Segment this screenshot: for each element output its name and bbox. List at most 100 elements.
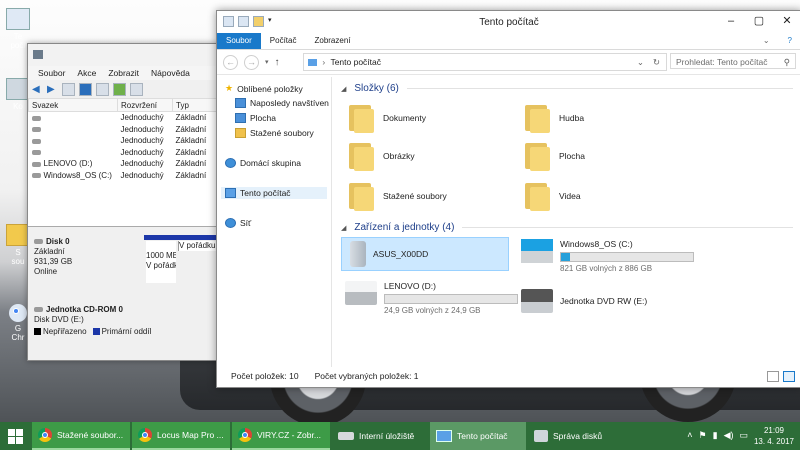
collapse-icon[interactable]: ◢: [341, 224, 346, 232]
folders-section-header[interactable]: ◢ Složky (6): [341, 83, 793, 94]
nav-homegroup[interactable]: Domácí skupina: [225, 158, 301, 168]
legend: Nepřiřazeno Primární oddíl: [34, 327, 151, 336]
network-icon[interactable]: ▮: [713, 430, 718, 441]
window-title: Tento počítač: [479, 17, 539, 28]
folder-desktop[interactable]: Plocha: [525, 141, 585, 171]
back-arrow-icon[interactable]: ◀: [32, 84, 43, 95]
chrome-icon: [238, 428, 252, 442]
chevron-up-icon[interactable]: ˄: [687, 430, 692, 441]
breadcrumb-chevron-icon[interactable]: ›: [322, 57, 325, 67]
search-input[interactable]: Prohledat: Tento počítač ⚲: [670, 53, 796, 69]
taskbar-item-disk-management[interactable]: Správa disků: [528, 422, 624, 450]
system-tray: ˄ ⚑ ▮ ◀) ▭: [687, 430, 748, 441]
check-icon[interactable]: [130, 82, 143, 96]
hard-drive-icon: [345, 281, 377, 305]
device-phone[interactable]: ASUS_X00DD: [341, 237, 509, 271]
column-header-type[interactable]: Typ: [172, 99, 218, 112]
disk-management-window[interactable]: Soubor Akce Zobrazit Nápověda ◀ ▶ Svazek…: [27, 43, 219, 361]
properties-icon[interactable]: [62, 82, 75, 96]
address-bar[interactable]: › Tento počítač ⌄ ↻: [303, 53, 667, 71]
desktop-folder-icon: [525, 141, 551, 171]
window-titlebar[interactable]: [28, 44, 218, 66]
clock-time: 21:09: [763, 426, 784, 435]
table-row[interactable]: Jednoduchý Základní: [29, 147, 218, 159]
table-row[interactable]: Jednoduchý Základní: [29, 135, 218, 147]
legend-unallocated: Nepřiřazeno: [34, 327, 87, 336]
explorer-window[interactable]: ▾ Tento počítač – ▢ ✕ Soubor Počítač Zob…: [216, 10, 800, 388]
nav-desktop[interactable]: Plocha: [235, 113, 276, 123]
view-icon[interactable]: [96, 82, 109, 96]
computer-icon: [436, 430, 452, 442]
table-row[interactable]: LENOVO (D:) Jednoduchý Základní: [29, 158, 218, 170]
windows-start-icon[interactable]: [0, 422, 30, 450]
chevron-down-icon[interactable]: ⌄: [637, 54, 644, 70]
taskbar-item-internal-storage[interactable]: Interní úložiště: [332, 422, 428, 450]
large-icons-view-icon[interactable]: [783, 371, 795, 382]
forward-arrow-icon[interactable]: ▶: [47, 84, 58, 95]
tab-file[interactable]: Soubor: [217, 33, 261, 49]
navigation-pane: ★ Oblíbené položky Naposledy navštíven Pl…: [217, 77, 332, 367]
breadcrumb[interactable]: Tento počítač: [330, 57, 381, 67]
up-icon[interactable]: ↑: [275, 57, 280, 68]
taskbar-item-this-pc[interactable]: Tento počítač: [430, 422, 526, 450]
help-icon[interactable]: [79, 82, 92, 96]
homegroup-icon: [225, 158, 236, 168]
close-icon[interactable]: ✕: [773, 11, 800, 31]
nav-favorites[interactable]: ★ Oblíbené položky: [225, 83, 303, 94]
nav-downloads[interactable]: Stažené soubory: [235, 128, 314, 138]
folder-music[interactable]: Hudba: [525, 103, 584, 133]
taskbar-item-chrome-downloads[interactable]: Stažené soubor...: [32, 422, 130, 450]
device-drive-d[interactable]: LENOVO (D:) 24,9 GB volných z 24,9 GB: [345, 281, 518, 315]
refresh-icon[interactable]: ↻: [653, 54, 660, 70]
table-row[interactable]: Jednoduchý Základní: [29, 112, 218, 124]
forward-icon[interactable]: →: [244, 54, 259, 70]
desktop-icon-label: Ssou: [11, 248, 25, 266]
folder-pictures[interactable]: Obrázky: [349, 141, 415, 171]
tab-computer[interactable]: Počítač: [261, 33, 306, 49]
nav-recent[interactable]: Naposledy navštíven: [235, 98, 329, 108]
collapse-icon[interactable]: ◢: [341, 85, 346, 93]
menu-help[interactable]: Nápověda: [151, 68, 190, 78]
back-icon[interactable]: ←: [223, 54, 238, 70]
minimize-icon[interactable]: –: [717, 11, 745, 31]
clock[interactable]: 21:09 13. 4. 2017: [754, 425, 794, 447]
volume-icon[interactable]: ◀): [724, 430, 734, 441]
devices-section-header[interactable]: ◢ Zařízení a jednotky (4): [341, 222, 793, 233]
folder-downloads[interactable]: Stažené soubory: [349, 181, 447, 211]
nav-this-pc[interactable]: Tento počítač: [221, 187, 327, 199]
menu-action[interactable]: Akce: [77, 68, 96, 78]
taskbar-item-chrome-viry[interactable]: VIRY.CZ - Zobr...: [232, 422, 330, 450]
volume-layout: Jednoduchý: [120, 147, 164, 157]
device-dvd-drive[interactable]: Jednotka DVD RW (E:): [521, 289, 647, 313]
partition-2[interactable]: V pořádku: [178, 241, 218, 251]
tab-view[interactable]: Zobrazení: [305, 33, 359, 49]
help-icon[interactable]: ?: [779, 33, 800, 49]
recent-locations-icon[interactable]: ▾: [265, 58, 269, 66]
device-drive-c[interactable]: Windows8_OS (C:) 821 GB volných z 886 GB: [521, 239, 694, 273]
disk-0-info[interactable]: Disk 0 Základní 931,39 GB Online: [34, 237, 138, 277]
details-view-icon[interactable]: [767, 371, 779, 382]
menu-file[interactable]: Soubor: [38, 68, 65, 78]
table-row[interactable]: Jednoduchý Základní: [29, 124, 218, 136]
volume-name: [29, 112, 118, 124]
taskbar-item-chrome-locus[interactable]: Locus Map Pro ...: [132, 422, 230, 450]
drive-icon: [31, 115, 41, 121]
cdrom-info[interactable]: Jednotka CD-ROM 0 Disk DVD (E:): [34, 305, 138, 325]
chevron-down-icon[interactable]: ⌄: [754, 33, 779, 49]
partition-1[interactable]: 1000 MB V pořádku (Od: [146, 241, 176, 283]
flag-icon[interactable]: ⚑: [699, 430, 707, 441]
volume-layout: Jednoduchý: [120, 124, 164, 134]
nav-network[interactable]: Síť: [225, 218, 251, 228]
maximize-icon[interactable]: ▢: [745, 11, 773, 31]
keyboard-icon[interactable]: ▭: [739, 430, 748, 441]
column-header-layout[interactable]: Rozvržení: [117, 99, 173, 112]
column-header-volume[interactable]: Svazek: [28, 99, 118, 112]
folder-documents[interactable]: Dokumenty: [349, 103, 426, 133]
refresh-icon[interactable]: [113, 82, 126, 96]
table-row[interactable]: Windows8_OS (C:) Jednoduchý Základní: [29, 170, 218, 182]
menu-view[interactable]: Zobrazit: [108, 68, 139, 78]
folder-videos[interactable]: Videa: [525, 181, 581, 211]
window-titlebar[interactable]: ▾ Tento počítač – ▢ ✕: [217, 11, 800, 33]
drive-icon: [31, 173, 41, 179]
computer-icon: [225, 188, 236, 198]
